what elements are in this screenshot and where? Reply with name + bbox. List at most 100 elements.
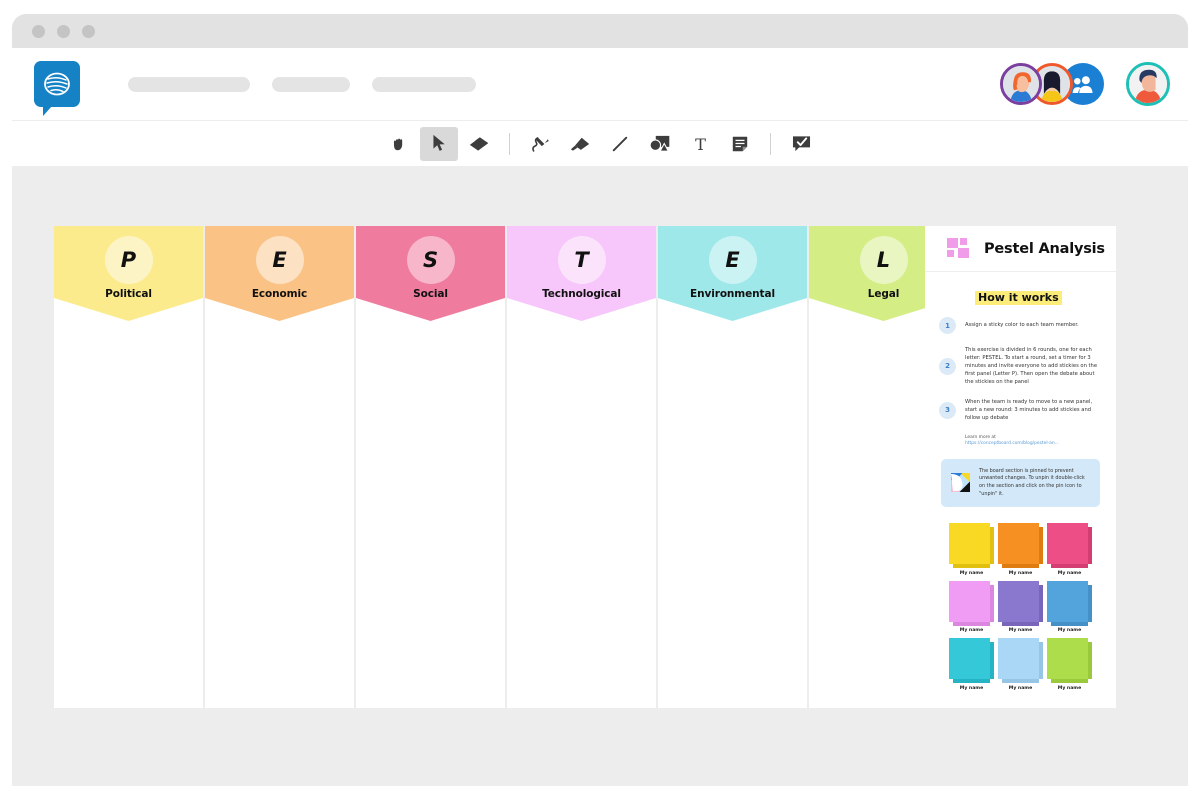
sticky-label: My name [959, 628, 984, 634]
cursor-icon [432, 134, 445, 151]
pinned-section-callout: The board section is pinned to prevent u… [941, 458, 1100, 508]
board-canvas[interactable]: P Political E Economic S Social T Techno… [12, 166, 1188, 786]
column-label: Political [105, 288, 152, 300]
pestel-info-panel: Pestel Analysis How it works 1 Assign a … [925, 226, 1116, 708]
window-maximize-button[interactable] [82, 24, 95, 38]
hand-icon [393, 138, 402, 151]
how-it-works-heading-wrap: How it works [939, 286, 1102, 305]
pen-icon [531, 136, 549, 152]
sticky-legend-item[interactable]: My name [1047, 523, 1092, 576]
sticky-legend-item[interactable]: My name [949, 580, 994, 634]
pestel-board: P Political E Economic S Social T Techno… [54, 226, 958, 708]
instruction-step: 3 When the team is ready to move to a ne… [939, 398, 1102, 422]
step-text: When the team is ready to move to a new … [965, 399, 1093, 422]
column-letter: P [120, 248, 137, 272]
column-letter-badge: L [859, 236, 908, 284]
sticky-note-swatch[interactable] [949, 580, 994, 626]
toolbar-divider-1 [509, 132, 510, 155]
sticky-label: My name [959, 685, 984, 691]
toolbar-divider-2 [770, 132, 771, 155]
pestel-column-technological[interactable]: T Technological [507, 226, 656, 708]
tool-text[interactable]: T [681, 127, 719, 161]
sticky-label: My name [1057, 628, 1082, 634]
sticky-legend-item[interactable]: My name [1047, 638, 1092, 691]
column-letter-badge: T [557, 236, 606, 284]
sticky-note-swatch[interactable] [949, 523, 994, 569]
sticky-label: My name [1008, 628, 1033, 634]
step-text: This exercise is divided in 6 rounds, on… [965, 347, 1098, 386]
step-text: Assign a sticky color to each team membe… [965, 322, 1079, 329]
window-minimize-button[interactable] [57, 24, 70, 38]
tool-shapes[interactable] [641, 127, 679, 161]
learn-more-link[interactable]: https://conceptboard.com/blog/pestel-an.… [965, 441, 1102, 448]
column-letter: E [272, 248, 287, 272]
sticky-note-swatch[interactable] [949, 638, 994, 684]
tool-select[interactable] [420, 126, 458, 161]
nav-placeholders [128, 76, 476, 92]
column-letter: E [725, 248, 740, 272]
sticky-legend-item[interactable]: My name [1047, 580, 1092, 634]
tool-hand[interactable] [380, 127, 418, 161]
collaborator-avatar-stack [1000, 63, 1104, 105]
tool-note[interactable] [721, 127, 759, 161]
tool-eraser[interactable] [460, 127, 498, 161]
tool-pen[interactable] [521, 127, 559, 161]
tool-line[interactable] [601, 127, 639, 161]
sticky-label: My name [1057, 685, 1082, 691]
sticky-note-swatch[interactable] [998, 638, 1043, 684]
column-label: Economic [251, 288, 308, 300]
current-user-avatar[interactable] [1126, 62, 1170, 106]
conceptboard-logo[interactable] [34, 61, 80, 116]
sticky-note-swatch[interactable] [1047, 638, 1092, 684]
sticky-note-swatch[interactable] [1047, 523, 1092, 569]
avatar-collaborator-1[interactable] [1000, 63, 1042, 105]
pestel-column-social[interactable]: S Social [356, 226, 505, 708]
marker-icon [570, 137, 590, 151]
sticky-legend-item[interactable]: My name [998, 580, 1043, 634]
learn-more-block: Learn more at https://conceptboard.com/b… [965, 435, 1102, 448]
drawing-toolbar: T [12, 120, 1188, 166]
pinned-section-text: The board section is pinned to prevent u… [979, 467, 1085, 497]
column-letter-badge: S [406, 236, 455, 284]
how-it-works-heading: How it works [975, 291, 1062, 305]
instruction-step: 2 This exercise is divided in 6 rounds, … [939, 346, 1102, 386]
column-letter-badge: P [104, 236, 153, 284]
nav-item-2[interactable] [272, 76, 350, 92]
nav-item-1[interactable] [128, 76, 250, 92]
text-icon: T [695, 135, 706, 153]
svg-text:T: T [695, 135, 706, 153]
sticky-legend-item[interactable]: My name [998, 638, 1043, 691]
sticky-legend-item[interactable]: My name [949, 523, 994, 576]
sticky-note-swatch[interactable] [1047, 580, 1092, 626]
instruction-step: 1 Assign a sticky color to each team mem… [939, 317, 1102, 334]
tool-marker[interactable] [561, 127, 599, 161]
pestel-grid-icon [947, 237, 969, 258]
column-label: Environmental [690, 288, 775, 300]
nav-item-3[interactable] [372, 76, 476, 92]
column-letter: L [876, 248, 891, 272]
column-letter: S [422, 248, 439, 272]
step-number: 3 [939, 401, 956, 419]
sticky-legend-item[interactable]: My name [949, 638, 994, 691]
window-close-button[interactable] [32, 24, 45, 38]
header-right [1000, 62, 1170, 106]
tool-comment[interactable] [782, 127, 820, 161]
sticky-note-swatch[interactable] [998, 523, 1043, 569]
sticky-label: My name [1008, 685, 1033, 691]
pestel-column-environmental[interactable]: E Environmental [658, 226, 807, 708]
window-titlebar [12, 14, 1188, 48]
add-people-icon [1072, 75, 1093, 93]
sticky-note-swatch[interactable] [998, 580, 1043, 626]
sticky-legend-item[interactable]: My name [998, 523, 1043, 576]
speech-bubble-logo-icon [44, 72, 70, 96]
column-banner: E Environmental [658, 226, 807, 321]
column-banner: P Political [54, 226, 203, 321]
pestel-column-political[interactable]: P Political [54, 226, 203, 708]
step-number: 2 [939, 357, 956, 375]
comment-icon [792, 135, 810, 151]
panel-header: Pestel Analysis [925, 226, 1116, 272]
app-window: T P Political E Economic S Social T Tech… [12, 14, 1188, 786]
sticky-label: My name [959, 570, 984, 576]
line-icon [612, 136, 628, 151]
pestel-column-economic[interactable]: E Economic [205, 226, 354, 708]
